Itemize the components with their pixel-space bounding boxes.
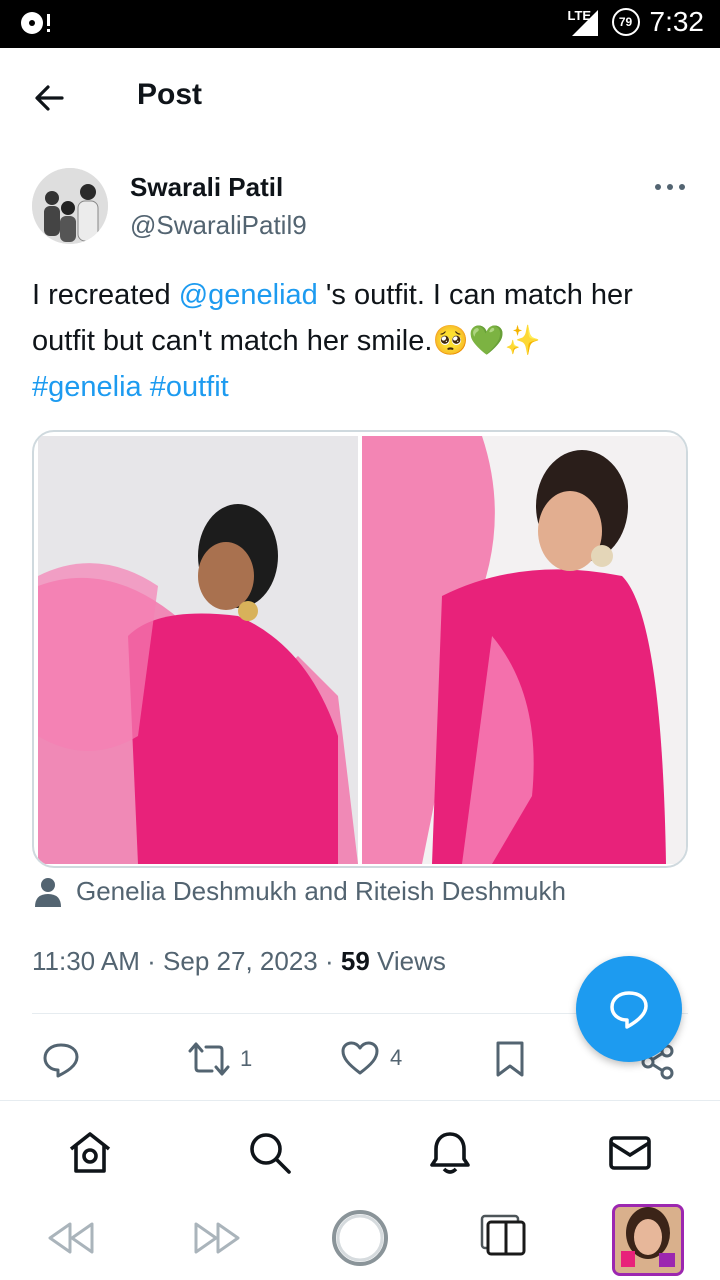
bookmark-icon (496, 1041, 524, 1077)
bookmark-button[interactable] (494, 1040, 526, 1078)
like-count: 4 (390, 1045, 403, 1070)
tagged-people[interactable]: Genelia Deshmukh and Riteish Deshmukh (34, 876, 566, 907)
clock: 7:32 (649, 6, 705, 37)
signal-icon: LTE (568, 6, 602, 38)
tab-notifications[interactable] (426, 1129, 474, 1177)
back-button[interactable] (30, 78, 70, 118)
battery-indicator: 79 (611, 8, 640, 36)
retweet-count: 1 (240, 1046, 253, 1071)
views-label: Views (377, 946, 446, 976)
tab-search[interactable] (246, 1129, 294, 1177)
arrow-left-icon (35, 85, 64, 111)
more-button[interactable] (650, 174, 690, 200)
system-nav-bar (0, 1196, 720, 1280)
hashtag-link[interactable]: #genelia (32, 371, 142, 403)
reply-button[interactable] (42, 1040, 80, 1078)
home-circle-icon (332, 1210, 388, 1266)
tab-messages[interactable] (606, 1129, 654, 1177)
home-icon (69, 1132, 111, 1173)
retweet-icon (188, 1042, 230, 1076)
tweet-meta: 11:30 AM · Sep 27, 2023 · 59 Views (32, 946, 446, 976)
recent-apps-icon (480, 1214, 526, 1256)
rewind-button[interactable] (46, 1220, 96, 1261)
tweet-text: I recreated @geneliad 's outfit. I can m… (32, 272, 692, 410)
author-name[interactable]: Swarali Patil (130, 172, 283, 203)
mention-link[interactable]: @geneliad (179, 279, 318, 311)
photo-left[interactable] (38, 436, 358, 864)
bell-icon (430, 1132, 470, 1174)
compose-reply-fab[interactable] (576, 956, 682, 1062)
compose-icon (610, 991, 648, 1029)
search-icon (250, 1133, 291, 1174)
tweet-media[interactable] (32, 430, 688, 868)
fast-forward-button[interactable] (192, 1220, 242, 1261)
like-button[interactable]: 4 (340, 1040, 402, 1076)
recent-apps-button[interactable] (480, 1214, 528, 1263)
page-title: Post (137, 78, 203, 111)
fast-forward-icon (194, 1222, 240, 1254)
person-icon (35, 877, 61, 907)
app-thumbnail[interactable] (612, 1204, 684, 1276)
app-header: Post (0, 48, 720, 148)
status-bar: LTE 79 7:32 (0, 0, 720, 48)
avatar[interactable] (32, 168, 108, 244)
mail-icon (609, 1136, 651, 1170)
tagged-people-text: Genelia Deshmukh and Riteish Deshmukh (76, 876, 566, 906)
tweet-text-part: I recreated (32, 279, 179, 311)
notification-icon (18, 10, 52, 41)
heart-icon (341, 1041, 379, 1075)
rewind-icon (48, 1222, 94, 1254)
emoji-text: 🥺💚✨ (432, 325, 541, 357)
photo-right[interactable] (362, 436, 686, 864)
app-tab-bar (0, 1100, 720, 1196)
tweet-time: 11:30 AM (32, 946, 140, 976)
reply-icon (43, 1043, 79, 1078)
author-handle[interactable]: @SwaraliPatil9 (130, 210, 307, 241)
tweet-date: Sep 27, 2023 (163, 946, 318, 976)
home-circle-button[interactable] (330, 1208, 390, 1273)
tab-home[interactable] (66, 1129, 114, 1177)
more-icon (655, 184, 685, 190)
views-count: 59 (340, 946, 370, 976)
retweet-button[interactable]: 1 (188, 1040, 252, 1078)
hashtag-link[interactable]: #outfit (150, 371, 229, 403)
